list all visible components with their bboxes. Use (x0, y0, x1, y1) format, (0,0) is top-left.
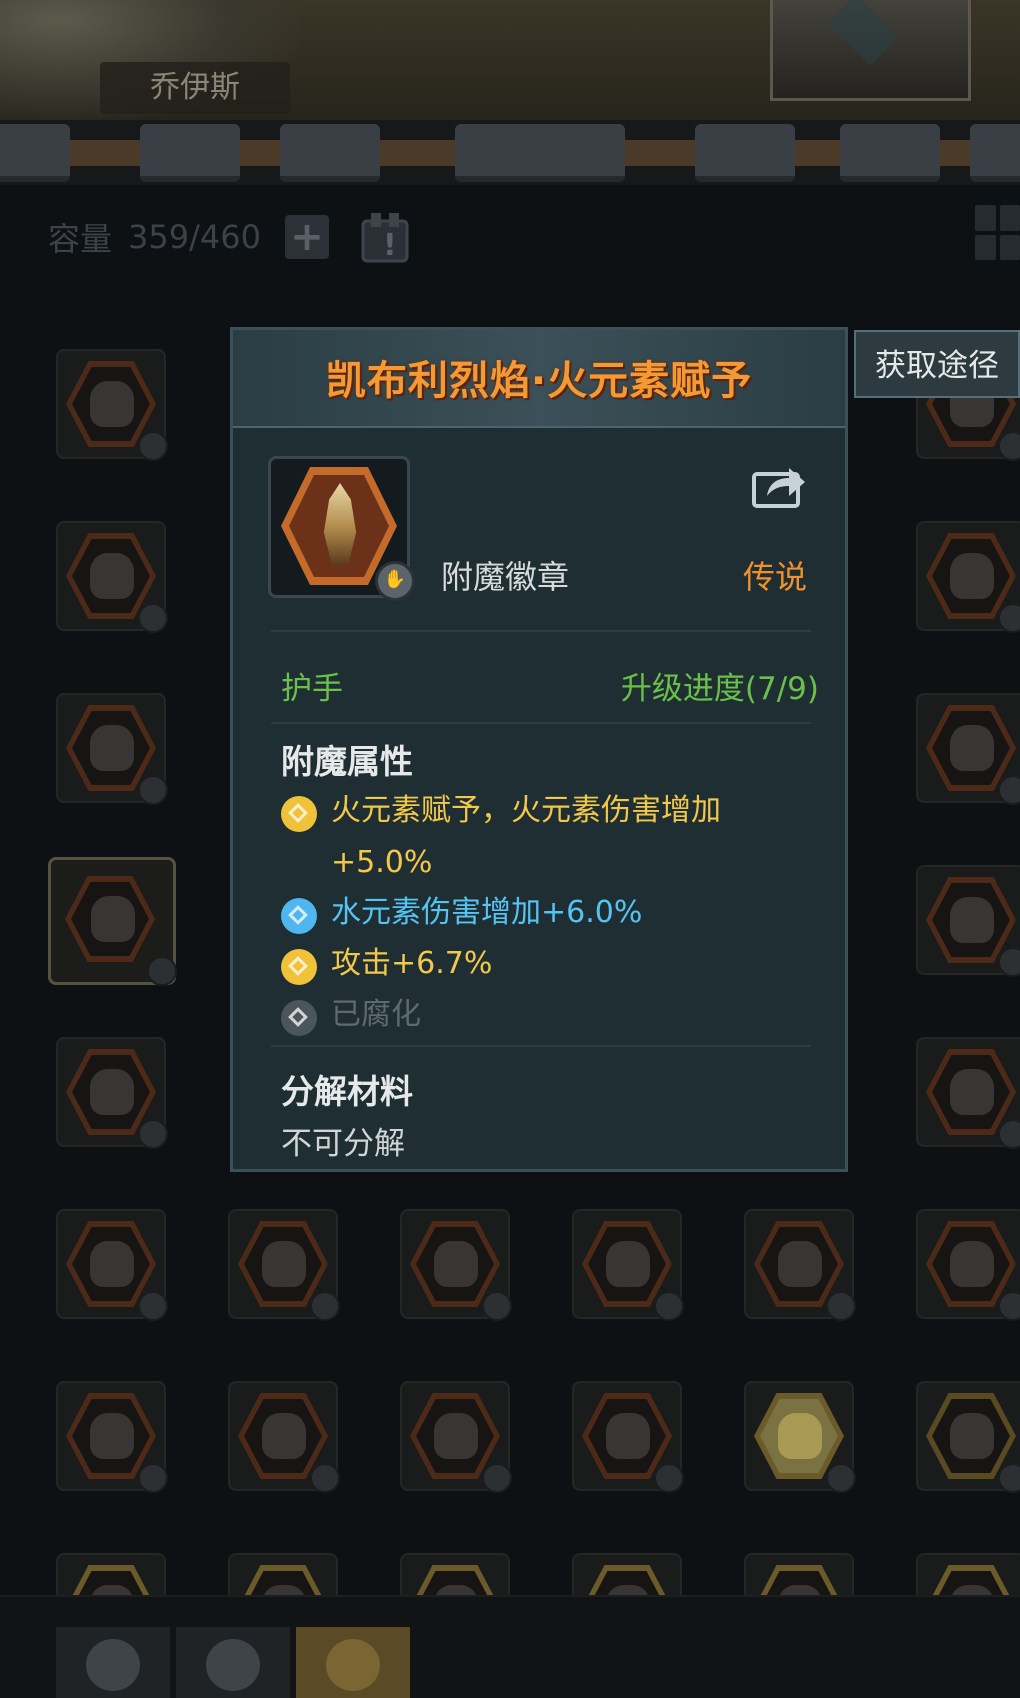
batch-select-icon[interactable]: ! (357, 209, 415, 265)
attribute-row: 火元素赋予，火元素伤害增加+5.0% (281, 792, 821, 889)
acquire-source-button[interactable]: 获取途径 (854, 330, 1020, 398)
inventory-slot[interactable] (56, 349, 168, 461)
inventory-slot[interactable] (916, 1209, 1020, 1321)
gold-attribute-icon (281, 949, 317, 985)
attributes-title: 附魔属性 (281, 742, 413, 781)
attribute-text: 已腐化 (331, 997, 421, 1032)
inventory-slot[interactable] (744, 1381, 856, 1493)
item-rarity: 传说 (743, 558, 808, 596)
inventory-slot[interactable] (400, 1553, 510, 1595)
attribute-row: 已腐化 (281, 996, 821, 1041)
view-toggle-icon[interactable] (975, 205, 1020, 260)
bottom-tab-bar (0, 1595, 1020, 1698)
attribute-row: 水元素伤害增加+6.0% (281, 894, 821, 939)
inventory-slot[interactable] (228, 1209, 340, 1321)
decompose-value: 不可分解 (281, 1126, 405, 1162)
capacity-label: 容量 (48, 220, 113, 258)
blue-attribute-icon (281, 898, 317, 934)
inventory-slot[interactable] (56, 1553, 166, 1595)
chest-icon (770, 0, 971, 101)
capacity-value: 359/460 (128, 218, 261, 256)
expand-capacity-button[interactable]: + (284, 215, 329, 259)
inventory-slot[interactable] (916, 1381, 1020, 1493)
share-icon[interactable] (751, 460, 807, 510)
character-name: 乔伊斯 (100, 62, 290, 114)
attribute-row: 攻击+6.7% (281, 945, 821, 990)
inventory-slot[interactable] (56, 1381, 168, 1493)
attribute-text: 火元素赋予，火元素伤害增加+5.0% (331, 793, 721, 880)
attribute-text: 水元素伤害增加+6.0% (331, 895, 643, 930)
inventory-slot[interactable] (228, 1553, 338, 1595)
inventory-slot[interactable] (916, 1037, 1020, 1149)
inventory-slot-selected[interactable] (48, 857, 177, 986)
tab-enchant[interactable] (296, 1627, 410, 1698)
inventory-slot[interactable] (56, 693, 168, 805)
shelf-ledge (0, 120, 1020, 185)
equip-slot: 护手 (281, 671, 343, 707)
upgrade-progress: 升级进度(7/9) (620, 671, 819, 707)
gauntlet-badge-icon: ✋ (375, 561, 415, 601)
batch-select-mark: ! (383, 228, 397, 263)
item-icon: ✋ (268, 456, 415, 601)
inventory-slot[interactable] (744, 1553, 854, 1595)
popup-header: 凯布利烈焰·火元素赋予 (233, 330, 845, 428)
inventory-slot[interactable] (56, 1037, 168, 1149)
tab-pet[interactable] (176, 1627, 290, 1698)
inventory-slot[interactable] (572, 1209, 684, 1321)
inventory-slot[interactable] (572, 1553, 682, 1595)
item-type: 附魔徽章 (441, 558, 570, 596)
inventory-slot[interactable] (56, 1209, 168, 1321)
inventory-slot[interactable] (916, 521, 1020, 633)
inventory-slot[interactable] (228, 1381, 340, 1493)
corrupted-attribute-icon (281, 1000, 317, 1036)
decompose-title: 分解材料 (281, 1072, 413, 1111)
tab-character[interactable] (56, 1627, 170, 1698)
item-detail-popup: 凯布利烈焰·火元素赋予 ✋ 附魔徽章 传说 护手 升级进度(7/9) 附魔属性 … (230, 327, 848, 1172)
inventory-slot[interactable] (400, 1381, 512, 1493)
divider (271, 630, 811, 632)
divider (271, 1045, 811, 1047)
top-scene: 乔伊斯 (0, 0, 1020, 185)
inventory-slot[interactable] (744, 1209, 856, 1321)
inventory-slot[interactable] (916, 693, 1020, 805)
character-head-icon (86, 1639, 140, 1691)
divider (271, 722, 811, 724)
gold-attribute-icon (281, 796, 317, 832)
paw-icon (206, 1639, 260, 1691)
item-title: 凯布利烈焰·火元素赋予 (325, 358, 753, 404)
capacity-row: 容量 359/460 + ! (48, 209, 415, 265)
inventory-slot[interactable] (572, 1381, 684, 1493)
inventory-slot[interactable] (56, 521, 168, 633)
inventory-slot[interactable] (400, 1209, 512, 1321)
inventory-slot[interactable] (916, 1553, 1020, 1595)
enchant-emblem-icon (326, 1639, 380, 1691)
inventory-slot[interactable] (916, 865, 1020, 977)
attribute-text: 攻击+6.7% (331, 946, 493, 981)
